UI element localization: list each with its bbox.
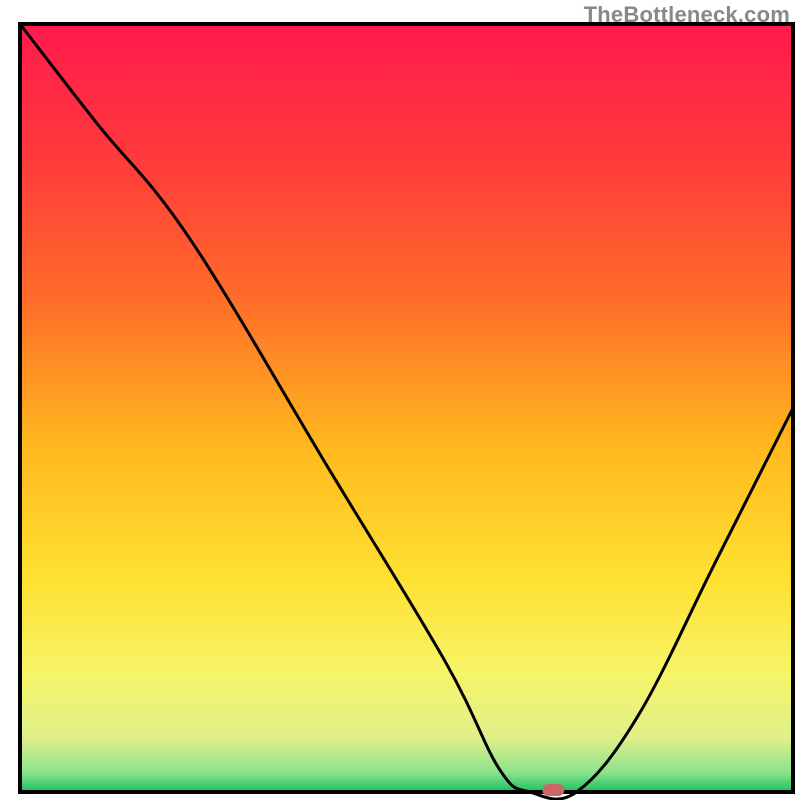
bottleneck-chart — [0, 0, 800, 800]
gradient-background — [20, 24, 793, 792]
watermark-text: TheBottleneck.com — [584, 2, 790, 28]
plot-area — [20, 24, 793, 799]
chart-container: TheBottleneck.com — [0, 0, 800, 800]
optimal-marker — [542, 784, 564, 796]
